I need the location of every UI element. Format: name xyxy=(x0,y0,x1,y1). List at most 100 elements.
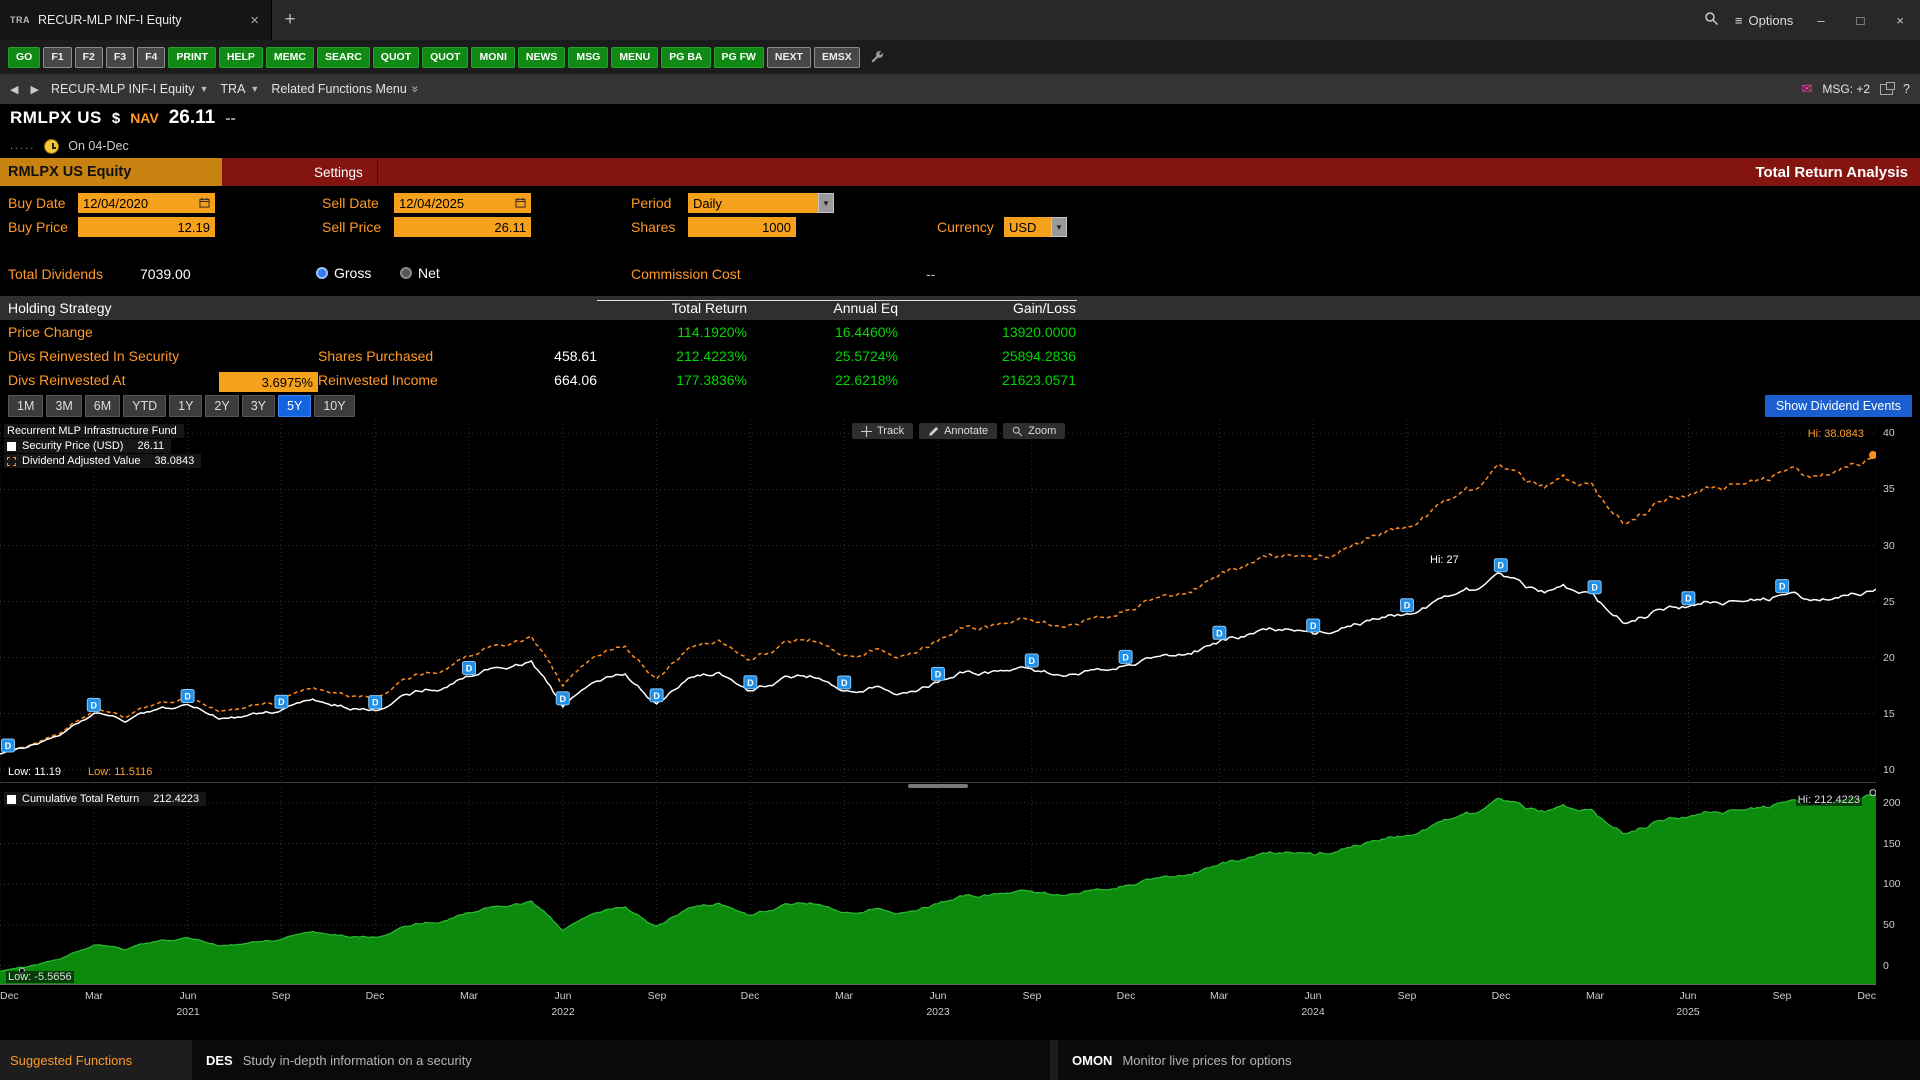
sell-date-field[interactable]: 12/04/2025 xyxy=(394,193,531,213)
options-menu[interactable]: ≡ Options xyxy=(1735,13,1793,28)
low-annotation-price: Low: 11.19 xyxy=(6,766,63,778)
search-icon[interactable] xyxy=(1704,11,1719,29)
fn-button-msg[interactable]: MSG xyxy=(568,47,608,68)
des-suggestion[interactable]: DES Study in-depth information on a secu… xyxy=(192,1040,1050,1080)
fn-button-f1[interactable]: F1 xyxy=(43,47,71,68)
buy-price-field[interactable]: 12.19 xyxy=(78,217,215,237)
message-envelope-icon[interactable]: ✉ xyxy=(1801,81,1812,97)
table-row-divs-reinvested-at[interactable]: Divs Reinvested At 3.6975% Reinvested In… xyxy=(0,368,1920,392)
fn-button-menu[interactable]: MENU xyxy=(611,47,658,68)
range-tab-10y[interactable]: 10Y xyxy=(314,395,354,417)
annotate-tool[interactable]: Annotate xyxy=(919,423,997,439)
forward-arrow-icon[interactable]: ▶ xyxy=(30,83,38,96)
svg-text:D: D xyxy=(1685,594,1692,604)
terminal-tab[interactable]: TRA RECUR-MLP INF-I Equity × xyxy=(0,0,272,40)
range-tab-1y[interactable]: 1Y xyxy=(169,395,202,417)
period-select[interactable]: Daily xyxy=(688,193,818,213)
dividend-event-marker[interactable]: D xyxy=(181,690,194,703)
fn-button-pg-ba[interactable]: PG BA xyxy=(661,47,710,68)
range-tab-5y[interactable]: 5Y xyxy=(278,395,311,417)
calendar-icon[interactable] xyxy=(199,196,210,211)
fn-button-quot[interactable]: QUOT xyxy=(422,47,468,68)
range-tab-6m[interactable]: 6M xyxy=(85,395,120,417)
security-dropdown[interactable]: RECUR-MLP INF-I Equity ▼ xyxy=(51,82,208,96)
range-tab-ytd[interactable]: YTD xyxy=(123,395,166,417)
fn-button-print[interactable]: PRINT xyxy=(168,47,216,68)
dividend-event-marker[interactable]: D xyxy=(1682,592,1695,605)
dividend-event-marker[interactable]: D xyxy=(1776,580,1789,593)
fn-button-memc[interactable]: MEMC xyxy=(266,47,314,68)
fn-button-emsx[interactable]: EMSX xyxy=(814,47,860,68)
price-chart-canvas[interactable]: D D D D D D D D D D D D D D D D D D D D xyxy=(0,420,1876,782)
security-name-box[interactable]: RMLPX US Equity xyxy=(0,158,222,186)
fn-button-f4[interactable]: F4 xyxy=(137,47,165,68)
dividend-event-marker[interactable]: D xyxy=(1025,654,1038,667)
cumulative-return-canvas[interactable] xyxy=(0,788,1876,984)
function-dropdown[interactable]: TRA ▼ xyxy=(220,82,259,96)
gross-radio[interactable]: Gross xyxy=(316,265,371,281)
dividend-event-marker[interactable]: D xyxy=(275,695,288,708)
back-arrow-icon[interactable]: ◀ xyxy=(10,83,18,96)
help-icon[interactable]: ? xyxy=(1903,82,1910,96)
zoom-tool[interactable]: Zoom xyxy=(1003,423,1065,439)
legend-title: Recurrent MLP Infrastructure Fund xyxy=(7,425,177,437)
table-row-price-change[interactable]: Price Change 114.1920% 16.4460% 13920.00… xyxy=(0,320,1920,344)
currency-symbol: $ xyxy=(112,110,120,127)
dividend-event-marker[interactable]: D xyxy=(87,698,100,711)
fn-button-f3[interactable]: F3 xyxy=(106,47,134,68)
close-button[interactable]: × xyxy=(1888,11,1912,30)
svg-text:D: D xyxy=(184,692,191,702)
wrench-icon[interactable] xyxy=(869,50,884,65)
dividend-event-marker[interactable]: D xyxy=(2,739,15,752)
dividend-event-marker[interactable]: D xyxy=(1494,559,1507,572)
dividend-event-marker[interactable]: D xyxy=(1119,650,1132,663)
dividend-event-marker[interactable]: D xyxy=(1588,581,1601,594)
omon-suggestion[interactable]: OMON Monitor live prices for options xyxy=(1058,1040,1920,1080)
range-tab-2y[interactable]: 2Y xyxy=(205,395,238,417)
minimize-button[interactable]: – xyxy=(1809,11,1832,30)
sell-price-field[interactable]: 26.11 xyxy=(394,217,531,237)
dividend-event-marker[interactable]: D xyxy=(1213,626,1226,639)
fn-button-news[interactable]: NEWS xyxy=(518,47,566,68)
cumulative-return-panel[interactable]: Cumulative Total Return 212.4223 Hi: 212… xyxy=(0,788,1876,984)
dividend-event-marker[interactable]: D xyxy=(556,692,569,705)
dividend-event-marker[interactable]: D xyxy=(463,662,476,675)
new-tab-button[interactable]: + xyxy=(272,0,308,40)
range-tab-1m[interactable]: 1M xyxy=(8,395,43,417)
fn-button-quot[interactable]: QUOT xyxy=(373,47,419,68)
settings-menu[interactable]: Settings xyxy=(300,158,378,186)
dividend-event-marker[interactable]: D xyxy=(369,696,382,709)
message-count[interactable]: MSG: +2 xyxy=(1822,82,1870,96)
table-row-divs-reinvested[interactable]: Divs Reinvested In Security Shares Purch… xyxy=(0,344,1920,368)
range-tab-3m[interactable]: 3M xyxy=(46,395,81,417)
currency-select[interactable]: USD xyxy=(1004,217,1051,237)
period-dropdown-arrow-icon[interactable]: ▼ xyxy=(818,193,834,213)
dividend-event-marker[interactable]: D xyxy=(1401,599,1414,612)
track-tool[interactable]: Track xyxy=(852,423,913,439)
dividend-event-marker[interactable]: D xyxy=(838,676,851,689)
fn-button-moni[interactable]: MONI xyxy=(471,47,514,68)
net-radio[interactable]: Net xyxy=(400,265,440,281)
fn-button-next[interactable]: NEXT xyxy=(767,47,811,68)
tab-close-icon[interactable]: × xyxy=(248,12,261,29)
shares-field[interactable]: 1000 xyxy=(688,217,796,237)
fn-button-go[interactable]: GO xyxy=(8,47,40,68)
fn-button-f2[interactable]: F2 xyxy=(75,47,103,68)
reinvest-rate-field[interactable]: 3.6975% xyxy=(219,372,318,392)
currency-dropdown-arrow-icon[interactable]: ▼ xyxy=(1051,217,1067,237)
panel-layout-icon[interactable] xyxy=(1880,84,1893,95)
dividend-event-marker[interactable]: D xyxy=(932,667,945,680)
related-functions-menu[interactable]: Related Functions Menu » xyxy=(271,82,418,96)
dividend-event-marker[interactable]: D xyxy=(1307,619,1320,632)
calendar-icon[interactable] xyxy=(515,196,526,211)
restore-button[interactable]: □ xyxy=(1849,11,1873,30)
range-tab-3y[interactable]: 3Y xyxy=(242,395,275,417)
dividend-event-marker[interactable]: D xyxy=(744,676,757,689)
fn-button-searc[interactable]: SEARC xyxy=(317,47,370,68)
dividend-event-marker[interactable]: D xyxy=(650,689,663,702)
price-chart-panel[interactable]: D D D D D D D D D D D D D D D D D D D D Recurrent MLP Infra… xyxy=(0,420,1876,782)
fn-button-pg-fw[interactable]: PG FW xyxy=(714,47,764,68)
show-dividend-events-button[interactable]: Show Dividend Events xyxy=(1765,395,1912,417)
fn-button-help[interactable]: HELP xyxy=(219,47,263,68)
buy-date-field[interactable]: 12/04/2020 xyxy=(78,193,215,213)
